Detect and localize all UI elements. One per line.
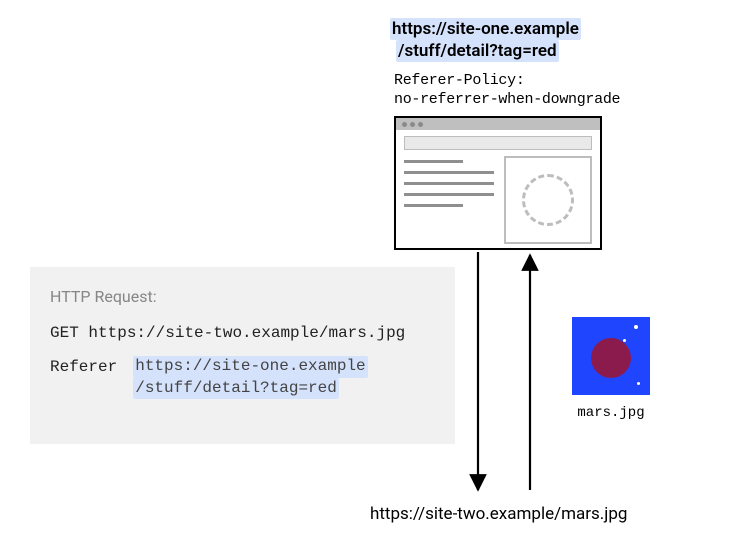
mars-image-icon [572,317,650,395]
mars-image-label: mars.jpg [572,405,650,421]
arrows [0,0,744,544]
diagram-canvas: { "topUrl": { "line1": "https://site-one… [0,0,744,544]
mars-image-group: mars.jpg [572,317,650,421]
resource-url: https://site-two.example/mars.jpg [370,504,627,524]
